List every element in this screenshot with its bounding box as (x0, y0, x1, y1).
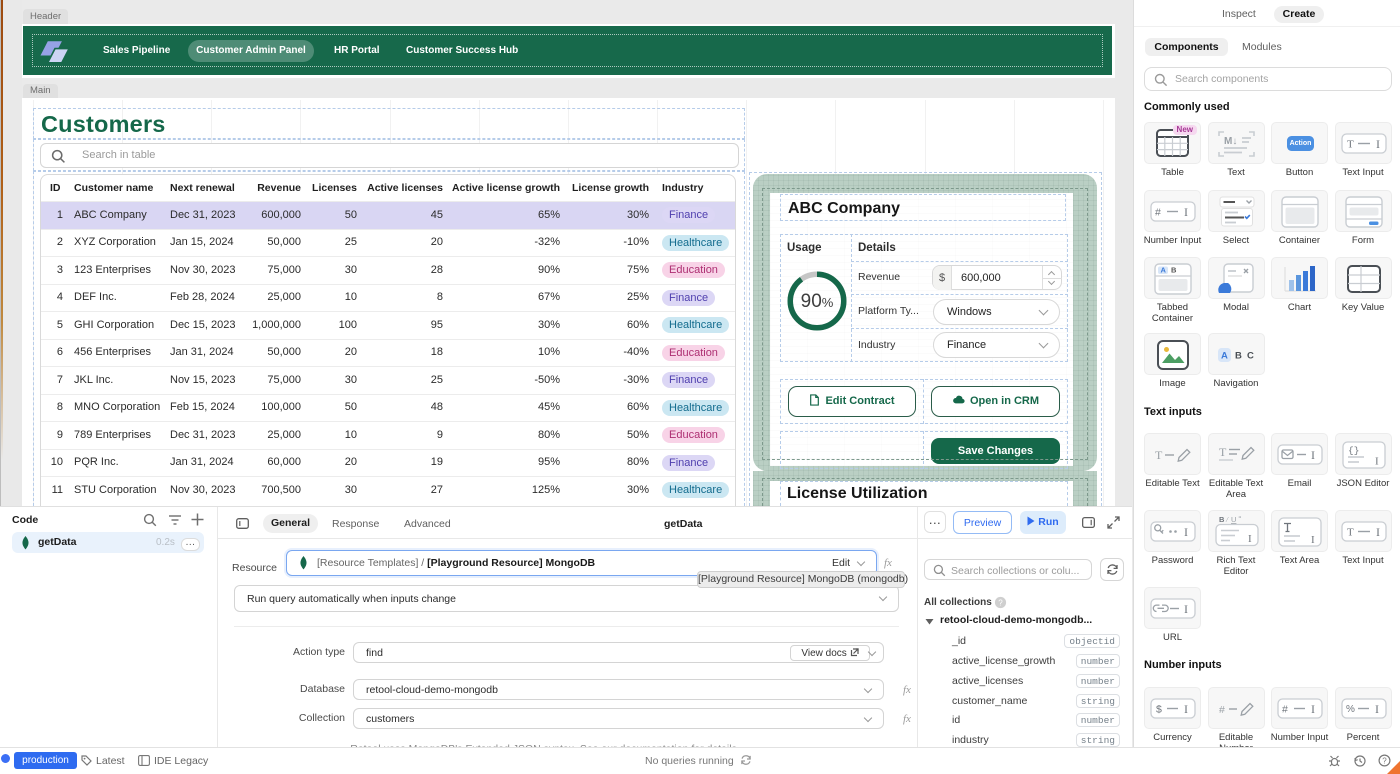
svg-text:C: C (1247, 351, 1254, 362)
svg-text:I: I (1376, 525, 1380, 539)
svg-text:T: T (1219, 445, 1227, 459)
svg-text:A: A (1161, 266, 1167, 275)
svg-text:I: I (1248, 533, 1252, 545)
svg-text:I: I (1375, 702, 1379, 716)
svg-text:I: I (1184, 205, 1188, 219)
svg-text:I: I (1376, 137, 1380, 151)
svg-text:I: I (1184, 702, 1188, 716)
svg-text:?: ? (998, 598, 1003, 607)
svg-text:#: # (1155, 206, 1161, 218)
svg-text:T: T (1347, 527, 1354, 539)
svg-text:T: T (1155, 448, 1163, 462)
svg-text:#: # (1219, 704, 1225, 716)
svg-text:/: / (1225, 515, 1229, 524)
svg-text:I: I (1311, 534, 1315, 546)
svg-text:B: B (1171, 266, 1177, 275)
svg-text:“: “ (1238, 515, 1241, 524)
svg-text:%: % (1346, 704, 1355, 715)
svg-text:#: # (1282, 704, 1288, 716)
svg-text:I: I (1311, 448, 1315, 462)
svg-text:B: B (1219, 515, 1225, 524)
svg-text:B: B (1235, 351, 1242, 362)
svg-text:{}: {} (1348, 445, 1359, 456)
svg-text:I: I (1184, 525, 1188, 539)
svg-text:$: $ (1156, 704, 1162, 716)
svg-text:U: U (1231, 515, 1236, 524)
svg-text:I: I (1311, 702, 1315, 716)
svg-text:T: T (1347, 138, 1354, 150)
svg-text:A: A (1221, 351, 1228, 362)
svg-text:I: I (1184, 602, 1188, 616)
svg-text:M↓: M↓ (1224, 136, 1237, 147)
svg-text:I: I (1375, 456, 1379, 468)
